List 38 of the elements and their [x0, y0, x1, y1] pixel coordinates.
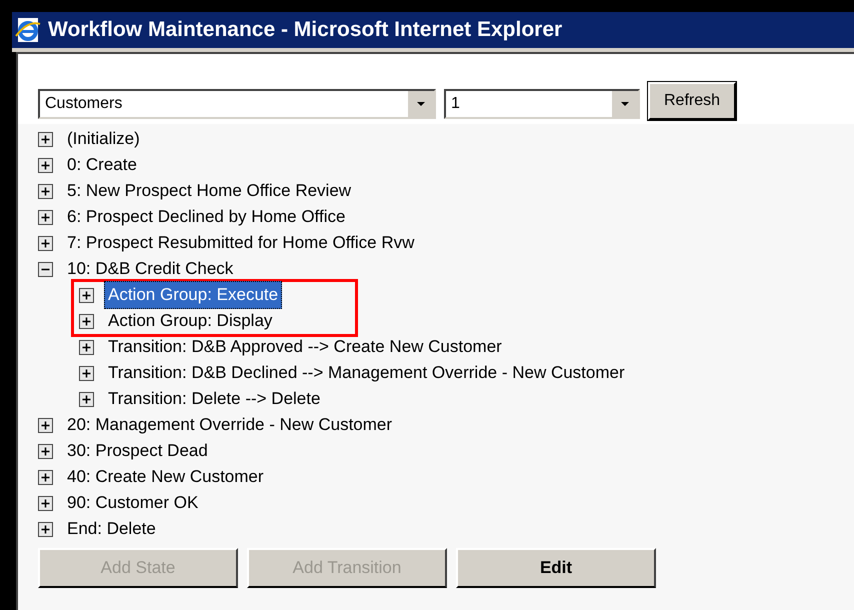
expand-icon[interactable] [38, 496, 53, 510]
tree-item[interactable]: 6: Prospect Declined by Home Office [63, 203, 350, 231]
expand-icon[interactable] [38, 210, 53, 224]
tree-item[interactable]: Transition: D&B Approved --> Create New Customer [104, 333, 506, 361]
workflow-select[interactable]: Customers [38, 89, 436, 119]
tree-item[interactable]: End: Delete [63, 515, 160, 543]
expand-icon[interactable] [38, 158, 53, 172]
expand-icon[interactable] [38, 236, 53, 250]
expand-icon[interactable] [38, 522, 53, 536]
tree-item[interactable]: 5: New Prospect Home Office Review [63, 177, 356, 205]
tree-item[interactable]: 40: Create New Customer [63, 463, 268, 491]
expand-icon[interactable] [79, 288, 94, 302]
expand-icon[interactable] [38, 470, 53, 484]
version-select[interactable]: 1 [444, 89, 640, 119]
tree-item[interactable]: Transition: Delete --> Delete [104, 385, 324, 413]
tree-item[interactable]: Action Group: Display [104, 307, 276, 335]
tree-item[interactable]: 20: Management Override - New Customer [63, 411, 396, 439]
tree-item[interactable]: 90: Customer OK [63, 489, 202, 517]
browser-logo-icon [14, 16, 42, 44]
tree-item[interactable]: Transition: D&B Declined --> Management Override - New Customer [104, 359, 629, 387]
expand-icon[interactable] [38, 184, 53, 198]
tree-item[interactable]: 10: D&B Credit Check [63, 255, 238, 283]
expand-icon[interactable] [79, 340, 94, 354]
tree-item[interactable]: 7: Prospect Resubmitted for Home Office Rvw [63, 229, 418, 257]
tree-item[interactable]: 30: Prospect Dead [63, 437, 212, 465]
expand-icon[interactable] [38, 418, 53, 432]
refresh-button[interactable]: Refresh [648, 82, 736, 120]
expand-icon[interactable] [79, 314, 94, 328]
expand-icon[interactable] [38, 444, 53, 458]
action-button[interactable]: Edit [456, 548, 656, 588]
expand-icon[interactable] [79, 366, 94, 380]
expand-icon[interactable] [79, 392, 94, 406]
collapse-icon[interactable] [38, 262, 53, 276]
tree-item[interactable]: Action Group: Execute [104, 281, 282, 309]
tree-item[interactable]: (Initialize) [63, 125, 144, 153]
expand-icon[interactable] [38, 132, 53, 146]
window-title: Workflow Maintenance - Microsoft Internet Explorer [48, 17, 562, 44]
tree-item[interactable]: 0: Create [63, 151, 141, 179]
